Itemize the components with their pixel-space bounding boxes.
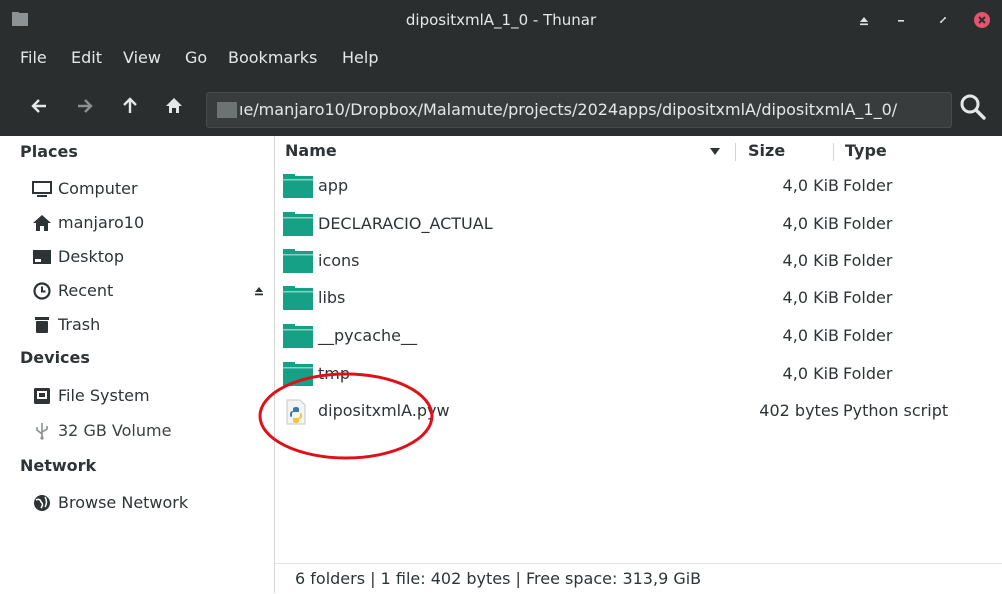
column-separator <box>833 143 834 161</box>
file-row[interactable]: tmp 4,0 KiB Folder <box>275 356 1002 392</box>
sidebar-item-label: Computer <box>58 179 138 198</box>
minimize-icon[interactable] <box>892 11 910 29</box>
sidebar-item-computer[interactable]: Computer <box>0 174 272 204</box>
folder-icon <box>283 324 313 348</box>
sidebar-item-manjaro10[interactable]: manjaro10 <box>0 208 272 238</box>
search-icon[interactable] <box>958 92 988 122</box>
sidebar: Places Computer manjaro10 Desktop Recent… <box>0 136 275 593</box>
thunar-window: dipositxmlA_1_0 - Thunar File Edit View … <box>0 0 1002 594</box>
column-header-name[interactable]: Name <box>285 136 337 166</box>
clock-icon <box>33 282 51 300</box>
folder-icon <box>283 286 313 310</box>
menu-help[interactable]: Help <box>342 40 378 76</box>
file-list: Name Size Type app 4,0 KiB Folder DECLAR… <box>275 136 1002 563</box>
menu-bar: File Edit View Go Bookmarks Help <box>0 40 1002 76</box>
sidebar-item-label: Recent <box>58 281 114 300</box>
file-name: app <box>318 176 349 195</box>
sidebar-item-label: Desktop <box>58 247 124 266</box>
file-type: Folder <box>843 176 893 195</box>
file-row[interactable]: icons 4,0 KiB Folder <box>275 243 1002 279</box>
file-size: 4,0 KiB <box>782 214 839 233</box>
file-row[interactable]: dipositxmlA.pyw 402 bytes Python script <box>275 393 1002 429</box>
file-size: 4,0 KiB <box>782 288 839 307</box>
folder-icon <box>217 102 237 118</box>
file-size: 4,0 KiB <box>782 326 839 345</box>
file-type: Folder <box>843 364 893 383</box>
file-name: tmp <box>318 364 351 383</box>
shade-icon[interactable] <box>855 11 873 29</box>
menu-file[interactable]: File <box>20 40 47 76</box>
menu-edit[interactable]: Edit <box>71 40 102 76</box>
back-arrow-icon[interactable] <box>26 92 54 120</box>
folder-icon <box>283 212 313 236</box>
file-size: 4,0 KiB <box>782 176 839 195</box>
file-type: Folder <box>843 288 893 307</box>
forward-arrow-icon[interactable] <box>70 92 98 120</box>
file-row[interactable]: app 4,0 KiB Folder <box>275 168 1002 204</box>
network-heading: Network <box>20 456 97 475</box>
folder-icon <box>283 249 313 273</box>
folder-icon <box>283 362 313 386</box>
menu-bookmarks[interactable]: Bookmarks <box>228 40 317 76</box>
column-header-size[interactable]: Size <box>748 136 785 166</box>
toolbar: ıe/manjaro10/Dropbox/Malamute/projects/2… <box>0 76 1002 136</box>
maximize-icon[interactable] <box>934 11 952 29</box>
sidebar-item-recent[interactable]: Recent <box>0 276 272 306</box>
file-type: Folder <box>843 251 893 270</box>
usb-icon <box>36 423 48 440</box>
close-icon[interactable] <box>973 11 991 29</box>
eject-icon[interactable] <box>254 286 264 296</box>
sidebar-item-browse-network[interactable]: Browse Network <box>0 488 272 518</box>
sort-descending-icon[interactable] <box>710 148 720 156</box>
file-type: Python script <box>843 401 949 420</box>
title-bar: dipositxmlA_1_0 - Thunar <box>0 0 1002 40</box>
folder-icon <box>283 174 313 198</box>
python-file-icon <box>286 399 306 425</box>
up-arrow-icon[interactable] <box>116 92 144 120</box>
file-name: DECLARACIO_ACTUAL <box>318 214 493 233</box>
sidebar-item-label: Trash <box>58 315 101 334</box>
location-bar[interactable]: ıe/manjaro10/Dropbox/Malamute/projects/2… <box>206 92 952 128</box>
location-path[interactable]: ıe/manjaro10/Dropbox/Malamute/projects/2… <box>239 93 897 127</box>
status-text: 6 folders | 1 file: 402 bytes | Free spa… <box>295 569 702 588</box>
sidebar-item-label: Browse Network <box>58 493 189 512</box>
window-title: dipositxmlA_1_0 - Thunar <box>405 11 597 29</box>
globe-icon <box>34 495 50 511</box>
file-name: __pycache__ <box>318 326 418 345</box>
places-heading: Places <box>20 142 78 161</box>
home-icon[interactable] <box>160 92 188 120</box>
file-name: libs <box>318 288 346 307</box>
sidebar-item-label: manjaro10 <box>58 213 145 232</box>
file-size: 402 bytes <box>759 401 839 420</box>
trash-icon <box>35 317 49 333</box>
sidebar-item-trash[interactable]: Trash <box>0 310 272 340</box>
file-type: Folder <box>843 214 893 233</box>
file-row[interactable]: DECLARACIO_ACTUAL 4,0 KiB Folder <box>275 206 1002 242</box>
file-type: Folder <box>843 326 893 345</box>
file-name: dipositxmlA.pyw <box>318 401 450 420</box>
menu-view[interactable]: View <box>123 40 161 76</box>
file-size: 4,0 KiB <box>782 364 839 383</box>
file-name: icons <box>318 251 360 270</box>
file-row[interactable]: __pycache__ 4,0 KiB Folder <box>275 318 1002 354</box>
desktop-icon <box>33 250 51 264</box>
devices-heading: Devices <box>20 348 90 367</box>
sidebar-item-file-system[interactable]: File System <box>0 381 272 411</box>
sidebar-item-desktop[interactable]: Desktop <box>0 242 272 272</box>
drive-icon <box>34 388 50 404</box>
monitor-icon <box>32 181 52 197</box>
sidebar-item-label: File System <box>58 386 150 405</box>
column-header-type[interactable]: Type <box>845 136 887 166</box>
status-bar: 6 folders | 1 file: 402 bytes | Free spa… <box>275 563 1002 594</box>
sidebar-item-label: 32 GB Volume <box>58 421 172 440</box>
file-size: 4,0 KiB <box>782 251 839 270</box>
file-row[interactable]: libs 4,0 KiB Folder <box>275 280 1002 316</box>
menu-go[interactable]: Go <box>185 40 207 76</box>
home-icon <box>33 215 51 231</box>
sidebar-item-32gb-volume[interactable]: 32 GB Volume <box>0 416 272 446</box>
column-separator <box>735 143 736 161</box>
